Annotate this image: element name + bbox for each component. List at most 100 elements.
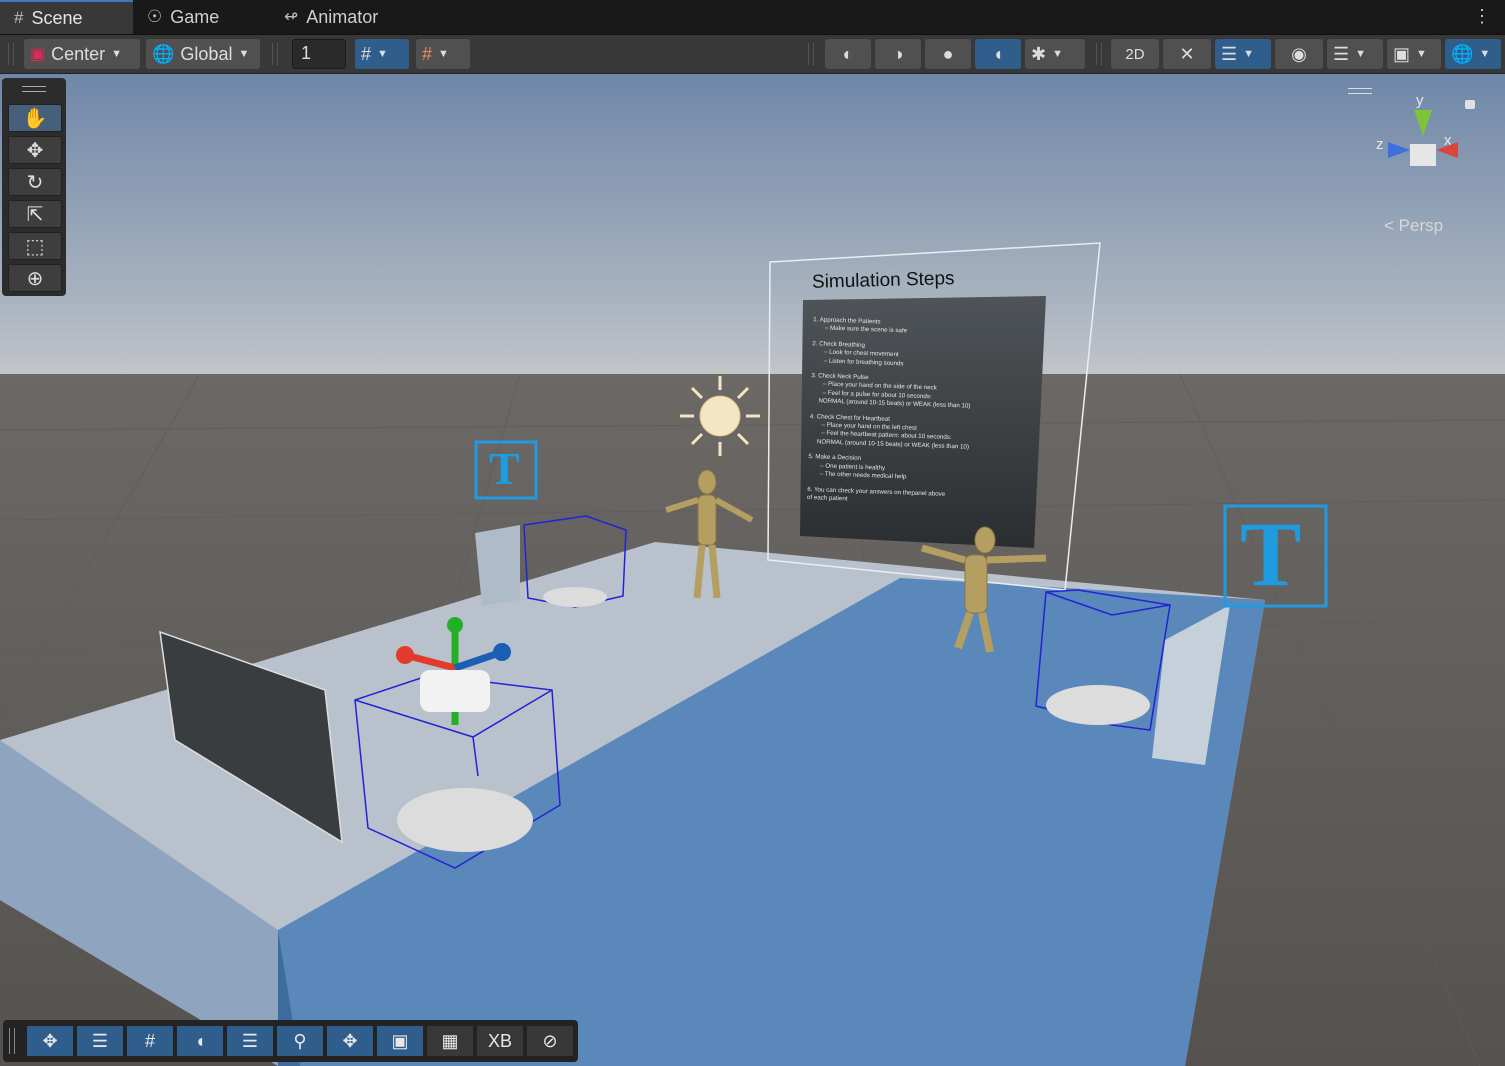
camera-overlay-button[interactable]: ▣ xyxy=(377,1026,423,1056)
projection-label: Persp xyxy=(1398,216,1444,235)
pivot-overlay-button[interactable]: ✥ xyxy=(327,1026,373,1056)
unlit-button[interactable]: ● xyxy=(925,39,971,69)
more-options-icon[interactable]: ⋮ xyxy=(1473,6,1491,27)
increment-snap-icon: # xyxy=(422,43,433,64)
simulation-steps-list: 1. Approach the Patients – Make sure the… xyxy=(807,316,1038,510)
space-mode-dropdown[interactable]: 🌐 Global ▼ xyxy=(146,39,260,69)
tab-game[interactable]: ☉ Game xyxy=(133,0,266,34)
pivot-mode-label: Center xyxy=(51,43,106,64)
tab-animator[interactable]: ↫ Animator xyxy=(270,0,410,34)
chevron-down-icon: ▼ xyxy=(1243,48,1255,60)
xr-overlay-button[interactable]: XB xyxy=(477,1026,523,1056)
hand-icon: ✋ xyxy=(22,107,48,130)
overlay-grip-icon[interactable] xyxy=(22,86,46,92)
scene-viewport[interactable]: Simulation Steps 1. Approach the Patient… xyxy=(0,74,1505,1066)
toolbar-grip[interactable] xyxy=(8,43,14,65)
compass-icon: ⊘ xyxy=(542,1030,558,1051)
chevron-down-icon: ▼ xyxy=(377,48,388,60)
projection-toggle[interactable]: < Persp xyxy=(1384,216,1443,236)
wireframe-button[interactable]: ◐ xyxy=(825,39,871,69)
chevron-down-icon: ▼ xyxy=(1416,48,1427,60)
orientation-gizmo[interactable]: y x z xyxy=(1370,92,1480,202)
effects-layers-icon: ☰ xyxy=(1221,43,1238,64)
window-tab-bar: # Scene ☉ Game ↫ Animator ⋮ xyxy=(0,0,1505,35)
chevron-down-icon: ▼ xyxy=(1355,48,1367,60)
layers-icon: ☰ xyxy=(1333,43,1350,64)
scale-tool-button[interactable]: ⇱ xyxy=(8,200,62,228)
gizmo-x-cone xyxy=(1436,142,1458,158)
move-overlay-button[interactable]: ✥ xyxy=(27,1026,73,1056)
sphere-icon: ● xyxy=(942,43,954,64)
pivot-icon: ✥ xyxy=(342,1030,358,1051)
xr-label: XB xyxy=(487,1030,512,1051)
chevron-down-icon: ▼ xyxy=(111,48,123,60)
layers-dropdown[interactable]: ☰ ▼ xyxy=(1327,39,1383,69)
toggle-2d-button[interactable]: 2D xyxy=(1111,39,1159,69)
camera-icon: ▣ xyxy=(1393,43,1411,64)
grid-icon: # xyxy=(144,1030,155,1051)
building-overlay-button[interactable]: ▦ xyxy=(427,1026,473,1056)
bottom-overlay-toolbar: ✥ ☰ # ◖ ☰ ⚲ ✥ ▣ ▦ XB ⊘ xyxy=(3,1020,578,1062)
rotate-tool-button[interactable]: ↻ xyxy=(8,168,62,196)
camera-settings-dropdown[interactable]: ▣ ▼ xyxy=(1387,39,1441,69)
text-component-icon[interactable]: T xyxy=(489,446,520,492)
chevron-left-icon: < xyxy=(1384,216,1394,235)
transform-tool-button[interactable]: ⊕ xyxy=(8,264,62,292)
gizmo-axis-z-label: z xyxy=(1376,136,1384,153)
adjust-overlay-button[interactable]: ☰ xyxy=(77,1026,123,1056)
debug-draw-mode-dropdown[interactable]: ✱ ▼ xyxy=(1025,39,1085,69)
overlay-grip-icon[interactable] xyxy=(9,1028,15,1054)
move-tool-button[interactable]: ✥ xyxy=(8,136,62,164)
rect-tool-button[interactable]: ⬚ xyxy=(8,232,62,260)
increment-snap-toggle[interactable]: # ▼ xyxy=(416,39,470,69)
rect-icon: ⬚ xyxy=(25,235,45,258)
gizmo-axis-y-label: y xyxy=(1416,92,1424,109)
pivot-mode-dropdown[interactable]: ▣ Center ▼ xyxy=(24,39,140,69)
hand-tool-button[interactable]: ✋ xyxy=(8,104,62,132)
shaded-button[interactable]: ◖ xyxy=(975,39,1021,69)
tab-label: Animator xyxy=(306,6,379,27)
grid-snap-toggle[interactable]: # ▼ xyxy=(355,39,409,69)
2d-icon: 2D xyxy=(1125,45,1145,63)
gizmo-y-cone xyxy=(1414,110,1432,136)
gizmos-dropdown[interactable]: 🌐 ▼ xyxy=(1445,39,1501,69)
building-icon: ▦ xyxy=(441,1030,459,1051)
chevron-down-icon: ▼ xyxy=(1052,48,1063,60)
globe-icon: 🌐 xyxy=(152,43,175,64)
search-overlay-button[interactable]: ⚲ xyxy=(277,1026,323,1056)
sliders-icon: ☰ xyxy=(91,1030,109,1051)
overlay-grip-icon[interactable] xyxy=(1348,88,1372,94)
lock-icon[interactable] xyxy=(1465,100,1475,109)
wireframe-icon: ◐ xyxy=(842,43,854,64)
toolbar-grip[interactable] xyxy=(808,43,814,65)
eye-icon: ◉ xyxy=(1291,43,1307,64)
gizmo-center-cube xyxy=(1410,144,1436,166)
transform-icon: ⊕ xyxy=(26,267,44,290)
tab-label: Game xyxy=(170,6,220,27)
compass-overlay-button[interactable]: ⊘ xyxy=(527,1026,573,1056)
animator-icon: ↫ xyxy=(284,7,299,26)
grid-increment-field[interactable]: 1 xyxy=(292,39,346,69)
layers-overlay-button[interactable]: ☰ xyxy=(227,1026,273,1056)
shading-overlay-button[interactable]: ◖ xyxy=(177,1026,223,1056)
tab-scene[interactable]: # Scene xyxy=(0,0,133,34)
simulation-steps-title: Simulation Steps xyxy=(811,268,955,293)
shaded-wireframe-button[interactable]: ◑ xyxy=(875,39,921,69)
grid-snap-icon: # xyxy=(361,43,372,64)
camera-icon: ▣ xyxy=(391,1030,409,1051)
toolbar-grip[interactable] xyxy=(272,43,278,65)
toolbar-grip[interactable] xyxy=(1096,43,1102,65)
layers-icon: ☰ xyxy=(241,1030,259,1051)
gizmo-globe-icon: 🌐 xyxy=(1451,43,1474,64)
search-icon: ⚲ xyxy=(293,1030,307,1051)
text-component-icon[interactable]: T xyxy=(1240,508,1301,600)
lighting-toggle[interactable]: ✕ xyxy=(1163,39,1211,69)
effects-dropdown[interactable]: ☰ ▼ xyxy=(1215,39,1271,69)
space-mode-label: Global xyxy=(180,43,233,64)
shaded-wireframe-icon: ◑ xyxy=(892,43,904,64)
scene-visibility-toggle[interactable]: ◉ xyxy=(1275,39,1323,69)
grid-overlay-button[interactable]: # xyxy=(127,1026,173,1056)
light-off-icon: ✕ xyxy=(1179,43,1195,64)
gamepad-icon: ☉ xyxy=(147,7,163,26)
scale-icon: ⇱ xyxy=(26,203,44,226)
